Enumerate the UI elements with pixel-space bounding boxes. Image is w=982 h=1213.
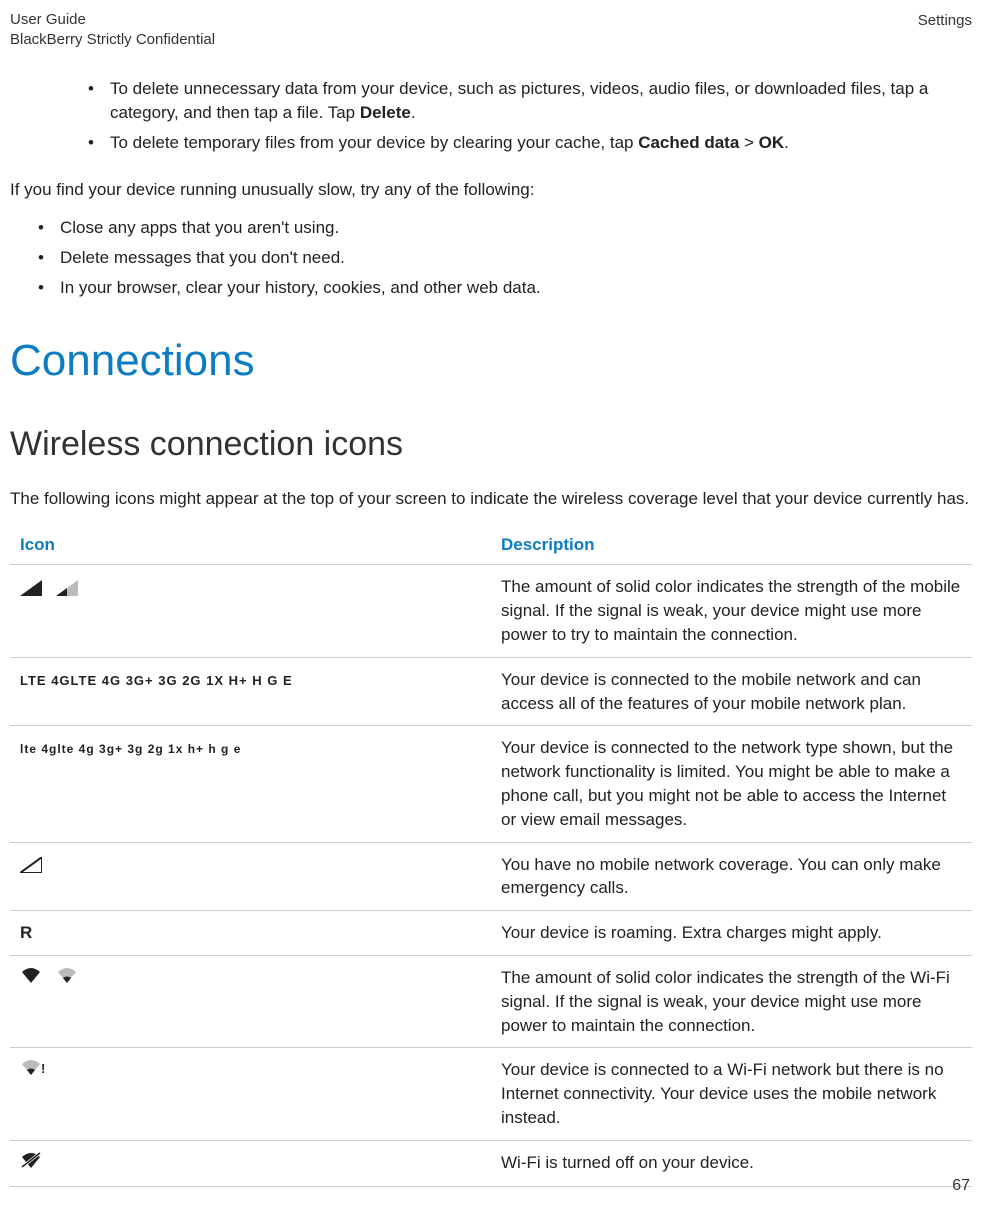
slow-bullet-list: Close any apps that you aren't using. De…	[10, 216, 972, 299]
table-row: You have no mobile network coverage. You…	[10, 842, 972, 911]
bold-text: Delete	[360, 103, 411, 122]
desc-cell: Your device is connected to the mobile n…	[491, 657, 972, 726]
desc-cell: Your device is connected to the network …	[491, 726, 972, 842]
table-row: lte 4glte 4g 3g+ 3g 2g 1x h+ h g e Your …	[10, 726, 972, 842]
header-left: User Guide BlackBerry Strictly Confident…	[10, 10, 215, 49]
slow-bullet: Delete messages that you don't need.	[30, 246, 972, 270]
header-subtitle: BlackBerry Strictly Confidential	[10, 30, 215, 50]
icon-cell-wifi-off	[10, 1140, 491, 1186]
signal-full-icon	[20, 580, 42, 596]
roaming-icon: R	[20, 923, 32, 942]
icon-cell-net-limited: lte 4glte 4g 3g+ 3g 2g 1x h+ h g e	[10, 726, 491, 842]
desc-cell: Your device is roaming. Extra charges mi…	[491, 911, 972, 956]
text: To delete unnecessary data from your dev…	[110, 79, 928, 122]
slow-bullet: Close any apps that you aren't using.	[30, 216, 972, 240]
desc-cell: The amount of solid color indicates the …	[491, 955, 972, 1047]
table-row: The amount of solid color indicates the …	[10, 565, 972, 657]
icon-cell-wifi	[10, 955, 491, 1047]
icon-cell-net-full: LTE 4GLTE 4G 3G+ 3G 2G 1X H+ H G E	[10, 657, 491, 726]
text: .	[411, 103, 416, 122]
slow-bullet: In your browser, clear your history, coo…	[30, 276, 972, 300]
network-labels-limited: lte 4glte 4g 3g+ 3g 2g 1x h+ h g e	[20, 742, 241, 756]
signal-weak-icon	[56, 580, 78, 596]
desc-cell: Your device is connected to a Wi-Fi netw…	[491, 1048, 972, 1140]
header-section: Settings	[918, 10, 972, 49]
signal-empty-icon	[20, 857, 42, 873]
slow-intro-paragraph: If you find your device running unusuall…	[10, 178, 972, 202]
icons-table: Icon Description The amount of solid col…	[10, 525, 972, 1187]
desc-cell: The amount of solid color indicates the …	[491, 565, 972, 657]
subsection-title: Wireless connection icons	[10, 421, 972, 469]
page-header: User Guide BlackBerry Strictly Confident…	[10, 10, 972, 49]
icon-cell-wifi-bang: !	[10, 1048, 491, 1140]
text: >	[739, 133, 758, 152]
header-title: User Guide	[10, 10, 215, 30]
wifi-off-icon	[20, 1151, 42, 1176]
intro-bullet-2: To delete temporary files from your devi…	[80, 131, 972, 155]
table-row: Wi-Fi is turned off on your device.	[10, 1140, 972, 1186]
wifi-full-icon	[20, 966, 42, 991]
subsection-paragraph: The following icons might appear at the …	[10, 487, 972, 511]
intro-bullet-1: To delete unnecessary data from your dev…	[80, 77, 972, 125]
icon-cell-no-coverage	[10, 842, 491, 911]
table-row: R Your device is roaming. Extra charges …	[10, 911, 972, 956]
bold-text: OK	[759, 133, 785, 152]
intro-bullet-list: To delete unnecessary data from your dev…	[10, 77, 972, 154]
svg-text:!: !	[41, 1061, 45, 1076]
table-header-desc: Description	[491, 525, 972, 565]
desc-cell: You have no mobile network coverage. You…	[491, 842, 972, 911]
wifi-no-internet-icon: !	[20, 1058, 46, 1083]
network-labels-full: LTE 4GLTE 4G 3G+ 3G 2G 1X H+ H G E	[20, 673, 293, 688]
desc-cell: Wi-Fi is turned off on your device.	[491, 1140, 972, 1186]
wifi-weak-icon	[56, 966, 78, 991]
page-number: 67	[952, 1175, 970, 1197]
text: .	[784, 133, 789, 152]
section-title: Connections	[10, 330, 972, 392]
table-header-icon: Icon	[10, 525, 491, 565]
table-row: LTE 4GLTE 4G 3G+ 3G 2G 1X H+ H G E Your …	[10, 657, 972, 726]
table-row: The amount of solid color indicates the …	[10, 955, 972, 1047]
icon-cell-signal	[10, 565, 491, 657]
icon-cell-roaming: R	[10, 911, 491, 956]
bold-text: Cached data	[638, 133, 739, 152]
text: To delete temporary files from your devi…	[110, 133, 638, 152]
table-row: ! Your device is connected to a Wi-Fi ne…	[10, 1048, 972, 1140]
